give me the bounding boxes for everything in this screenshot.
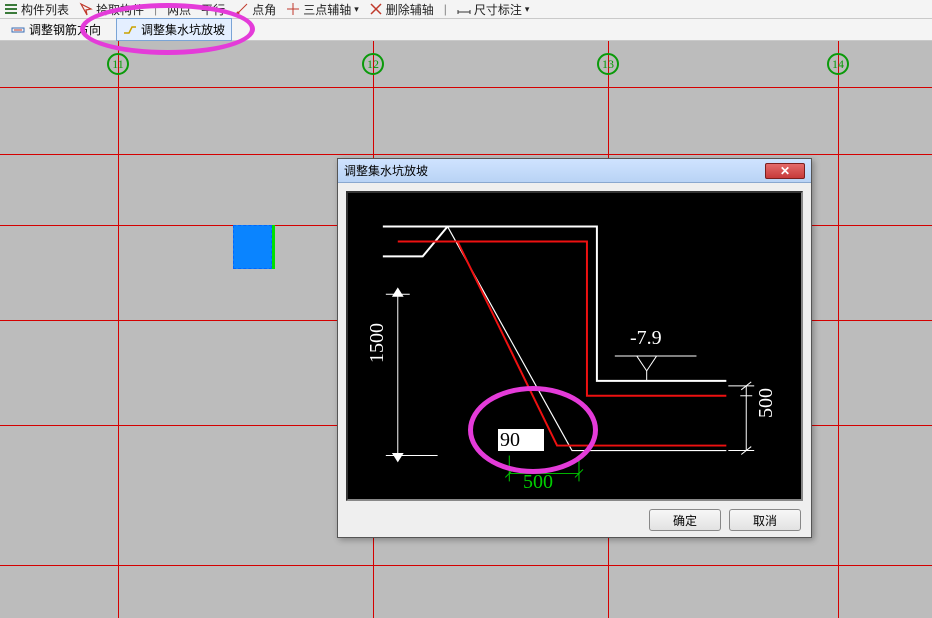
toolbar-item-two-point[interactable]: 两点 bbox=[167, 1, 191, 18]
list-icon bbox=[4, 2, 18, 16]
grid-axis-label: 11 bbox=[107, 53, 129, 75]
toolbar-item-component-list[interactable]: 构件列表 bbox=[4, 1, 69, 18]
selection-edge bbox=[272, 225, 275, 269]
toolbar-label: 拾取构件 bbox=[96, 1, 144, 18]
grid-axis-label: 14 bbox=[827, 53, 849, 75]
toolbar-label: 平行 bbox=[201, 1, 225, 18]
cancel-button[interactable]: 取消 bbox=[729, 509, 801, 531]
toolbar-separator: | bbox=[444, 2, 447, 16]
toolbar-label: 点角 bbox=[252, 1, 276, 18]
pick-icon bbox=[79, 2, 93, 16]
adjust-rebar-direction-button[interactable]: 调整钢筋方向 bbox=[4, 18, 108, 41]
toolbar-label: 尺寸标注 bbox=[474, 1, 522, 18]
ok-button[interactable]: 确定 bbox=[649, 509, 721, 531]
dialog-close-button[interactable]: ✕ bbox=[765, 163, 805, 179]
toolbar-item-point-angle[interactable]: 点角 bbox=[235, 1, 276, 18]
toolbar-label: 删除辅轴 bbox=[386, 1, 434, 18]
point-angle-icon bbox=[235, 2, 249, 16]
dimension-label: 500 bbox=[755, 388, 778, 418]
dialog-titlebar[interactable]: 调整集水坑放坡 ✕ bbox=[338, 159, 811, 183]
adjust-sump-slope-button[interactable]: 调整集水坑放坡 bbox=[116, 18, 232, 41]
top-toolbar-row2: 调整钢筋方向 调整集水坑放坡 bbox=[0, 19, 932, 41]
grid-axis-label: 13 bbox=[597, 53, 619, 75]
grid-axis-label: 12 bbox=[362, 53, 384, 75]
grid-line bbox=[0, 565, 932, 566]
grid-line bbox=[0, 154, 932, 155]
dimension-label: 500 bbox=[523, 471, 553, 494]
close-icon: ✕ bbox=[780, 164, 790, 178]
grid-line bbox=[838, 41, 839, 618]
button-label: 调整钢筋方向 bbox=[29, 21, 101, 38]
dropdown-caret-icon: ▾ bbox=[354, 4, 359, 15]
dropdown-caret-icon: ▾ bbox=[525, 4, 530, 15]
sump-slope-icon bbox=[123, 23, 137, 37]
grid-line bbox=[118, 41, 119, 618]
toolbar-label: 两点 bbox=[167, 1, 191, 18]
button-label: 调整集水坑放坡 bbox=[141, 21, 225, 38]
rebar-direction-icon bbox=[11, 23, 25, 37]
toolbar-item-delete-aux[interactable]: 删除辅轴 bbox=[369, 1, 434, 18]
toolbar-label: 构件列表 bbox=[21, 1, 69, 18]
toolbar-item-parallel[interactable]: 平行 bbox=[201, 1, 225, 18]
toolbar-item-pick[interactable]: 拾取构件 bbox=[79, 1, 144, 18]
top-toolbar-row1: 构件列表 拾取构件 | 两点 平行 点角 三点辅轴 ▾ 删除辅轴 | 尺寸 bbox=[0, 0, 932, 19]
cad-svg bbox=[348, 193, 801, 499]
slope-angle-input[interactable] bbox=[498, 429, 544, 451]
delete-aux-icon bbox=[369, 2, 383, 16]
toolbar-label: 三点辅轴 bbox=[303, 1, 351, 18]
aux-axis-icon bbox=[286, 2, 300, 16]
toolbar-separator: | bbox=[154, 2, 157, 16]
adjust-sump-slope-dialog: 调整集水坑放坡 ✕ bbox=[337, 158, 812, 538]
dimension-label: 1500 bbox=[366, 323, 389, 363]
dialog-cad-preview: 1500 500 500 -7.9 bbox=[346, 191, 803, 501]
dialog-button-row: 确定 取消 bbox=[338, 509, 811, 539]
grid-line bbox=[0, 87, 932, 88]
toolbar-item-dimension[interactable]: 尺寸标注 ▾ bbox=[457, 1, 530, 18]
selection-marquee bbox=[233, 225, 272, 269]
dimension-icon bbox=[457, 2, 471, 16]
elevation-label: -7.9 bbox=[630, 327, 662, 350]
toolbar-item-three-point-aux[interactable]: 三点辅轴 ▾ bbox=[286, 1, 359, 18]
dialog-title-text: 调整集水坑放坡 bbox=[344, 162, 428, 179]
